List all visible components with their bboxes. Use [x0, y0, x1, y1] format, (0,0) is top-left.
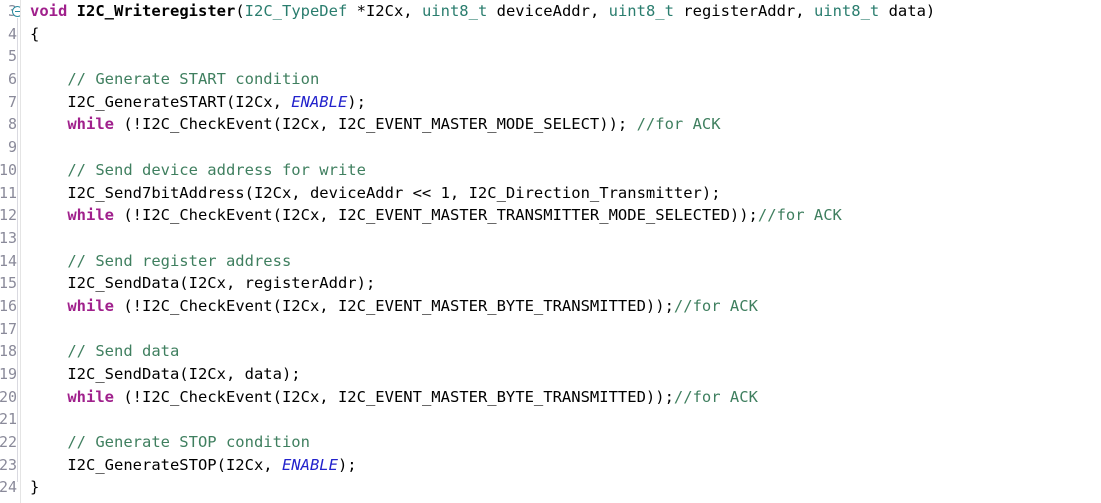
code-line[interactable]: while (!I2C_CheckEvent(I2Cx, I2C_EVENT_M… — [30, 295, 1101, 318]
code-token-plain: (!I2C_CheckEvent(I2Cx, I2C_EVENT_MASTER_… — [114, 206, 758, 225]
code-token-macro: ENABLE — [281, 455, 338, 474]
code-line[interactable] — [30, 45, 1101, 68]
code-token-comment: // Send register address — [67, 251, 292, 270]
code-line-list: void I2C_Writeregister(I2C_TypeDef *I2Cx… — [30, 0, 1101, 503]
editor-gutter[interactable]: 345678910111213141516171819202122232425 — [0, 0, 21, 503]
code-token-plain: I2C_SendData(I2Cx, registerAddr); — [30, 274, 376, 293]
code-token-plain: data) — [879, 2, 936, 20]
code-token-plain: { — [30, 24, 40, 43]
code-text-area[interactable]: void I2C_Writeregister(I2C_TypeDef *I2Cx… — [21, 0, 1101, 503]
code-token-plain: I2C_Send7bitAddress(I2Cx, deviceAddr << … — [30, 183, 721, 202]
code-line[interactable]: // Generate STOP condition — [30, 431, 1101, 454]
code-line[interactable]: while (!I2C_CheckEvent(I2Cx, I2C_EVENT_M… — [30, 113, 1101, 136]
code-line[interactable]: // Send data — [30, 340, 1101, 363]
code-token-plain: ); — [347, 92, 366, 111]
code-token-fnname: I2C_Writeregister — [76, 2, 236, 20]
code-token-comment: //for ACK — [673, 387, 758, 406]
code-token-plain: registerAddr, — [673, 2, 814, 20]
code-line[interactable]: // Send device address for write — [30, 159, 1101, 182]
code-token-plain: (!I2C_CheckEvent(I2Cx, I2C_EVENT_MASTER_… — [114, 296, 674, 315]
code-line[interactable] — [30, 408, 1101, 431]
code-token-plain: ( — [235, 2, 245, 20]
code-line[interactable]: while (!I2C_CheckEvent(I2Cx, I2C_EVENT_M… — [30, 386, 1101, 409]
code-token-comment: // Send device address for write — [67, 160, 366, 179]
code-line[interactable]: I2C_SendData(I2Cx, data); — [30, 363, 1101, 386]
code-line[interactable] — [30, 318, 1101, 341]
fold-range-indicator — [17, 18, 18, 482]
code-line[interactable] — [30, 227, 1101, 250]
code-token-plain: I2C_SendData(I2Cx, data); — [30, 365, 301, 383]
code-line[interactable]: // Send register address — [30, 250, 1101, 273]
code-editor[interactable]: 345678910111213141516171819202122232425 … — [0, 0, 1101, 503]
code-line[interactable]: } — [30, 476, 1101, 499]
code-line[interactable]: { — [30, 23, 1101, 46]
code-line[interactable] — [30, 136, 1101, 159]
line-number: 25 — [0, 499, 21, 503]
code-line[interactable]: // Generate START condition — [30, 68, 1101, 91]
code-token-plain: (!I2C_CheckEvent(I2Cx, I2C_EVENT_MASTER_… — [114, 115, 637, 134]
code-token-plain: ); — [337, 455, 357, 474]
code-token-plain: deviceAddr, — [487, 2, 609, 20]
code-token-type: uint8_t — [608, 2, 674, 20]
code-token-plain: I2C_GenerateSTART(I2Cx, — [30, 92, 292, 111]
code-token-comment: //for ACK — [636, 115, 721, 134]
code-line[interactable] — [30, 499, 1101, 503]
code-token-kw: while — [67, 115, 114, 134]
code-token-plain: (!I2C_CheckEvent(I2Cx, I2C_EVENT_MASTER_… — [114, 387, 674, 406]
code-line[interactable]: while (!I2C_CheckEvent(I2Cx, I2C_EVENT_M… — [30, 204, 1101, 227]
code-token-kw: while — [67, 387, 114, 406]
code-token-comment: // Generate START condition — [67, 70, 320, 89]
code-token-plain: *I2Cx, — [347, 2, 422, 20]
code-token-plain: } — [30, 478, 40, 497]
code-token-kw: while — [67, 206, 114, 225]
code-token-kw: while — [67, 296, 114, 315]
code-token-comment: //for ACK — [673, 296, 758, 315]
code-token-comment: // Generate STOP condition — [67, 433, 310, 452]
code-line[interactable]: I2C_GenerateSTOP(I2Cx, ENABLE); — [30, 454, 1101, 477]
code-token-comment: //for ACK — [757, 206, 842, 225]
code-token-macro: ENABLE — [291, 92, 348, 111]
code-token-type: I2C_TypeDef — [244, 2, 348, 20]
code-token-plain: I2C_GenerateSTOP(I2Cx, — [30, 455, 282, 474]
code-line[interactable]: I2C_Send7bitAddress(I2Cx, deviceAddr << … — [30, 182, 1101, 205]
code-token-type: uint8_t — [421, 2, 488, 20]
code-token-comment: // Send data — [67, 342, 180, 361]
code-line[interactable]: void I2C_Writeregister(I2C_TypeDef *I2Cx… — [30, 0, 1101, 23]
code-token-kw: void — [30, 2, 68, 20]
code-token-type: uint8_t — [813, 2, 880, 20]
code-line[interactable]: I2C_SendData(I2Cx, registerAddr); — [30, 272, 1101, 295]
code-line[interactable]: I2C_GenerateSTART(I2Cx, ENABLE); — [30, 91, 1101, 114]
